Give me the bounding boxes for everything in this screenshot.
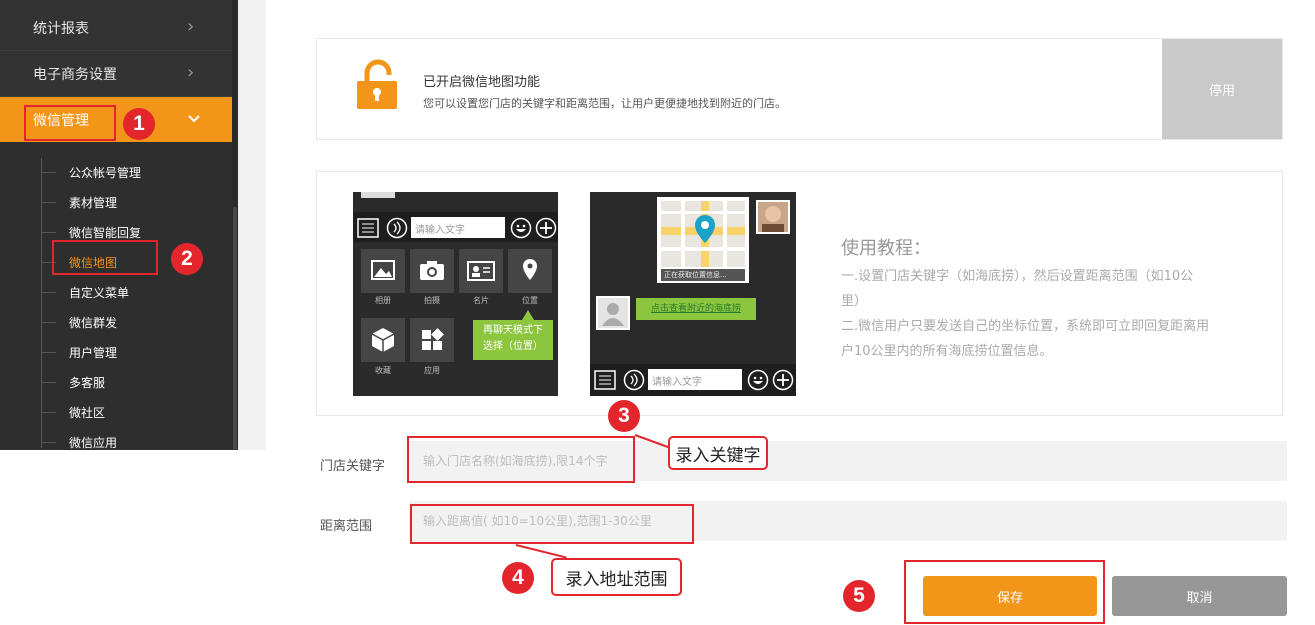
tutorial-step-line: 里）: [841, 294, 868, 309]
sidebar-item-ecommerce[interactable]: 电子商务设置 ›: [0, 51, 238, 97]
emoji-icon: [510, 217, 532, 239]
tip-bubble: 再聊天模式下选择（位置）: [473, 320, 553, 360]
lock-open-icon: [357, 59, 397, 109]
highlight-save-button: [904, 560, 1105, 624]
album-tile: [361, 249, 405, 293]
voice-icon: [623, 369, 645, 391]
sub-item-label: 自定义菜单: [69, 285, 130, 300]
tutorial-step-line: 二.微信用户只要发送自己的坐标位置，系统即可立即回复距离用: [841, 319, 1210, 334]
range-label: 距离范围: [320, 519, 373, 534]
step-badge-3: 3: [608, 400, 640, 432]
sidebar-item-label: 统计报表: [33, 20, 89, 37]
voice-icon: [386, 217, 408, 239]
tutorial-panel: 请输入文字 相册 拍摄 名片 位置 收藏 应用 再聊天模式下选择（位置） 正在获…: [316, 171, 1283, 416]
step-badge-2: 2: [171, 243, 203, 275]
tip-bubble-arrow: [522, 310, 534, 320]
favorites-tile: [361, 318, 405, 362]
app-label: 收藏: [375, 366, 391, 375]
map-thumbnail: [661, 201, 745, 267]
status-title: 已开启微信地图功能: [423, 75, 541, 90]
disable-button[interactable]: 停用: [1162, 39, 1282, 139]
emoji-icon: [747, 369, 769, 391]
contact-avatar: [596, 296, 630, 330]
step-badge-1: 1: [123, 108, 155, 140]
sub-item-label: 微信群发: [69, 315, 118, 330]
app-label: 名片: [473, 296, 489, 305]
chat-input: 请输入文字: [411, 217, 505, 238]
step-badge-4: 4: [502, 562, 534, 594]
range-callout: 录入地址范围: [551, 558, 682, 596]
keyword-label: 门店关键字: [320, 459, 386, 474]
sidebar-item-users[interactable]: 用户管理: [0, 337, 232, 367]
chevron-down-icon: [187, 111, 200, 127]
sub-item-label: 多客服: [69, 375, 106, 390]
highlight-range-input: [410, 504, 694, 544]
highlight-keyword-input: [407, 436, 635, 483]
app-label: 相册: [375, 296, 391, 305]
keyboard-list-icon: [357, 218, 379, 238]
sub-item-label: 素材管理: [69, 195, 118, 210]
tutorial-step-line: 一.设置门店关键字（如海底捞），然后设置距离范围（如10公: [841, 269, 1194, 284]
map-status-panel: 已开启微信地图功能 您可以设置您门店的关键字和距离范围，让用户更便捷地找到附近的…: [316, 38, 1283, 140]
tutorial-phone-screenshot-1: 请输入文字 相册 拍摄 名片 位置 收藏 应用 再聊天模式下选择（位置）: [353, 192, 558, 396]
sidebar-item-apps[interactable]: 微信应用: [0, 427, 232, 457]
keyword-callout: 录入关键字: [668, 436, 768, 470]
cube-icon: [371, 328, 395, 352]
sidebar-item-broadcast[interactable]: 微信群发: [0, 307, 232, 337]
chat-input: 请输入文字: [648, 369, 742, 390]
location-pin-icon: [523, 259, 537, 280]
camera-icon: [420, 261, 444, 280]
card-tile: [459, 249, 503, 293]
camera-tile: [410, 249, 454, 293]
sidebar-item-accounts[interactable]: 公众帐号管理: [0, 157, 232, 187]
step-badge-5: 5: [843, 580, 875, 612]
chevron-right-icon: ›: [187, 62, 195, 83]
cancel-button[interactable]: 取消: [1112, 576, 1287, 616]
sidebar-scrollbar-thumb[interactable]: [233, 207, 237, 450]
highlight-wechat-menu: [24, 105, 116, 141]
header-fragment: [361, 192, 395, 198]
app-label: 应用: [424, 366, 440, 375]
sub-item-label: 微信智能回复: [69, 225, 142, 240]
contact-card-icon: [467, 261, 495, 281]
page-root: 统计报表 › 电子商务设置 › 微信管理 公众帐号管理 素材管理 微信智能回复 …: [0, 0, 1315, 625]
tutorial-phone-screenshot-2: 正在获取位置信息... 点击查看附近的海底捞 请输入文字: [590, 192, 796, 396]
sidebar-item-custom-menu[interactable]: 自定义菜单: [0, 277, 232, 307]
sidebar-item-customer-service[interactable]: 多客服: [0, 367, 232, 397]
tutorial-step-line: 户10公里内的所有海底捞位置信息。: [841, 344, 1053, 359]
sidebar-item-label: 电子商务设置: [33, 66, 117, 83]
apps-tile: [410, 318, 454, 362]
sidebar-item-materials[interactable]: 素材管理: [0, 187, 232, 217]
apps-grid-icon: [422, 328, 444, 350]
user-avatar: [756, 200, 790, 234]
app-label: 拍摄: [424, 296, 440, 305]
picture-icon: [371, 260, 395, 280]
sidebar: 统计报表 › 电子商务设置 › 微信管理 公众帐号管理 素材管理 微信智能回复 …: [0, 0, 238, 450]
plus-icon: [772, 369, 794, 391]
map-caption: 正在获取位置信息...: [661, 269, 745, 281]
tutorial-title: 使用教程：: [841, 238, 931, 259]
sub-item-label: 微社区: [69, 405, 106, 420]
keyboard-list-icon: [594, 370, 616, 390]
sidebar-item-stats[interactable]: 统计报表 ›: [0, 5, 238, 51]
sub-item-label: 公众帐号管理: [69, 165, 142, 180]
location-tile: [508, 249, 552, 293]
status-description: 您可以设置您门店的关键字和距离范围，让用户更便捷地找到附近的门店。: [423, 97, 786, 110]
chevron-right-icon: ›: [187, 16, 195, 37]
app-label: 位置: [522, 296, 538, 305]
nearby-link-bubble: 点击查看附近的海底捞: [636, 298, 756, 320]
callout-connector: [515, 544, 567, 559]
sidebar-gutter: [238, 0, 266, 450]
sub-item-label: 用户管理: [69, 345, 118, 360]
highlight-wechat-map: [52, 240, 158, 275]
plus-icon: [535, 217, 557, 239]
sidebar-item-community[interactable]: 微社区: [0, 397, 232, 427]
map-card: 正在获取位置信息...: [657, 197, 749, 283]
sub-item-label: 微信应用: [69, 435, 118, 450]
